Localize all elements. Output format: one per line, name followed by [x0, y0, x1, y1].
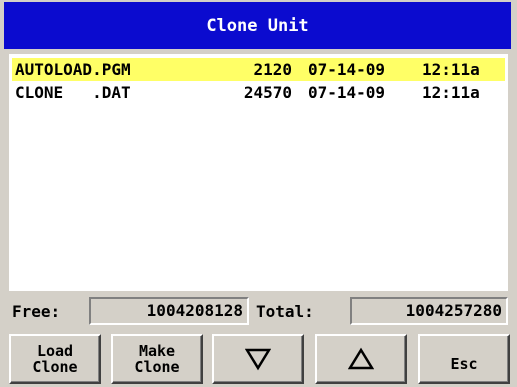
- triangle-down-icon: [245, 348, 271, 371]
- file-date: 07-14-09: [308, 83, 386, 102]
- scroll-up-button[interactable]: [315, 334, 407, 384]
- file-date: 07-14-09: [308, 60, 386, 79]
- total-space-value: 1004257280: [350, 297, 508, 325]
- total-label: Total:: [256, 302, 314, 321]
- load-clone-label-line2: Clone: [32, 358, 78, 376]
- file-time: 12:11a: [422, 83, 480, 102]
- window-title: Clone Unit: [206, 15, 309, 36]
- make-clone-label-line2: Clone: [134, 358, 180, 376]
- title-bar: Clone Unit: [4, 2, 511, 49]
- load-clone-label-line1: Load: [36, 342, 74, 360]
- file-row[interactable]: AUTOLOAD.PGM 2120 07-14-09 12:11a: [12, 58, 505, 81]
- triangle-up-icon: [348, 347, 374, 370]
- scroll-down-button[interactable]: [212, 334, 304, 384]
- make-clone-button[interactable]: Make Clone: [111, 334, 203, 384]
- clone-unit-screen: Clone Unit AUTOLOAD.PGM 2120 07-14-09 12…: [0, 0, 517, 387]
- make-clone-label-line1: Make: [138, 342, 176, 360]
- file-size: 24570: [243, 83, 292, 102]
- file-row[interactable]: CLONE .DAT 24570 07-14-09 12:11a: [12, 81, 505, 104]
- storage-status-bar: Free: 1004208128 Total: 1004257280: [9, 294, 508, 330]
- file-name: AUTOLOAD.PGM: [15, 60, 131, 79]
- escape-button[interactable]: Esc: [418, 334, 510, 384]
- file-list[interactable]: AUTOLOAD.PGM 2120 07-14-09 12:11a CLONE …: [9, 54, 508, 291]
- load-clone-button[interactable]: Load Clone: [9, 334, 101, 384]
- file-name: CLONE .DAT: [15, 83, 131, 102]
- free-label: Free:: [12, 302, 61, 321]
- file-time: 12:11a: [422, 60, 480, 79]
- free-space-value: 1004208128: [89, 297, 249, 325]
- file-size: 2120: [253, 60, 292, 79]
- escape-label: Esc: [450, 355, 478, 373]
